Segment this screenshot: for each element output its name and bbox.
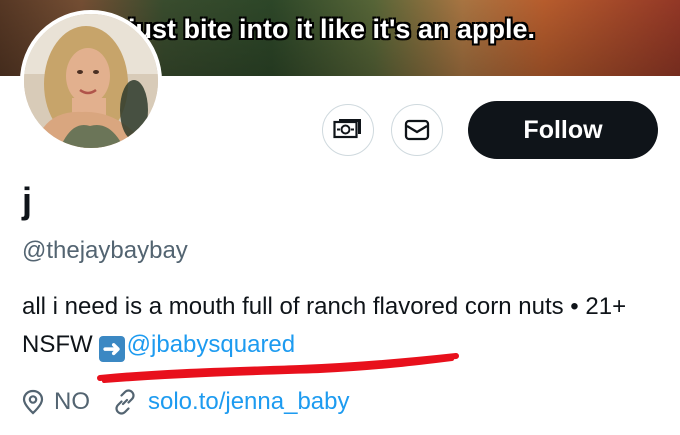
- money-icon: [333, 119, 361, 139]
- avatar[interactable]: [20, 10, 162, 152]
- profile-meta: NO solo.to/jenna_baby: [22, 388, 350, 416]
- link-icon: [115, 389, 135, 415]
- website-link[interactable]: solo.to/jenna_baby: [148, 388, 350, 416]
- tip-button[interactable]: [322, 104, 374, 156]
- profile-name: j: [22, 180, 33, 221]
- follow-button[interactable]: Follow: [468, 101, 658, 159]
- envelope-icon: [404, 119, 430, 141]
- message-button[interactable]: [391, 104, 443, 156]
- location-text: NO: [54, 388, 90, 415]
- profile-bio: all i need is a mouth full of ranch flav…: [22, 288, 662, 364]
- banner-caption: just bite into it like it's an apple.: [128, 14, 535, 44]
- profile-handle: @thejaybaybay: [22, 237, 188, 264]
- right-arrow-emoji-icon: ➜: [98, 336, 125, 362]
- avatar-photo: [24, 14, 158, 148]
- bio-mention-link[interactable]: @jbabysquared: [127, 331, 295, 358]
- location-pin-icon: [22, 389, 44, 415]
